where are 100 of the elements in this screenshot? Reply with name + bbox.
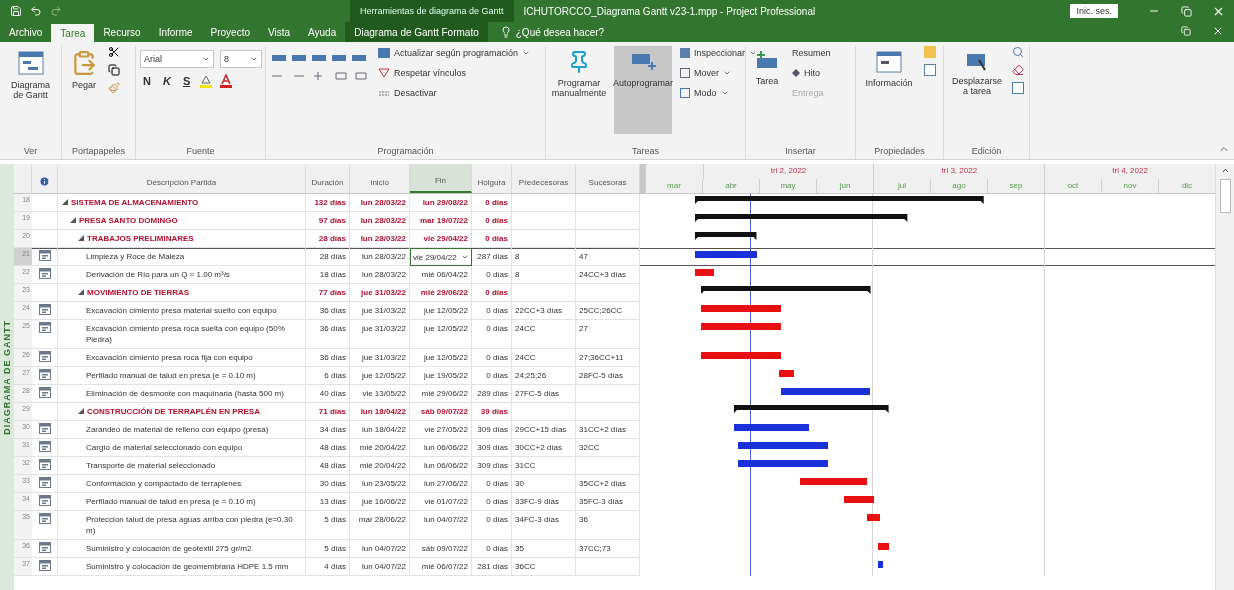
fill-icon[interactable] <box>1012 82 1024 94</box>
font-color-icon[interactable] <box>219 74 234 88</box>
format-painter-icon[interactable] <box>108 82 120 94</box>
search-icon[interactable] <box>1012 46 1024 58</box>
finish-cell: mié 06/04/22 <box>410 266 472 284</box>
save-icon[interactable] <box>10 5 22 17</box>
predecessors-cell: 24CC <box>512 349 576 367</box>
details-icon[interactable] <box>924 64 936 76</box>
successors-cell: 32CC <box>576 439 640 457</box>
scroll-to-task-button[interactable]: Desplazarse a tarea <box>948 46 1006 134</box>
caret-icon <box>723 69 731 77</box>
respect-links-button[interactable]: Respetar vínculos <box>376 66 533 80</box>
highlight-icon[interactable] <box>199 74 214 88</box>
task-indicator-icon <box>38 268 51 279</box>
ribbon-tab[interactable]: Vista <box>259 22 300 42</box>
month-label: jul <box>873 178 930 193</box>
task-indicator-icon <box>38 423 51 434</box>
predecessors-cell: 34FC-3 días <box>512 511 576 540</box>
gantt-view-button[interactable]: Diagrama de Gantt <box>4 46 57 134</box>
ribbon-tab[interactable]: Ayuda <box>299 22 346 42</box>
task-name-cell: Derivación de Río para un Q = 1.00 m³/s <box>58 266 306 284</box>
ribbon-tab[interactable]: Recurso <box>94 22 150 42</box>
predecessors-cell: 24;25;26 <box>512 367 576 385</box>
milestone-button[interactable]: Hito <box>790 66 833 80</box>
italic-button[interactable]: K <box>159 75 174 87</box>
start-cell: lun 28/03/22 <box>350 194 410 212</box>
ribbon-tab[interactable]: Archivo <box>0 22 52 42</box>
underline-button[interactable]: S <box>179 75 194 87</box>
ribbon-tab[interactable]: Tarea <box>51 24 95 42</box>
collapse-triangle-icon[interactable] <box>78 408 84 414</box>
duration-cell: 132 días <box>306 194 350 212</box>
link-icon <box>378 68 390 78</box>
collapse-triangle-icon[interactable] <box>78 235 84 241</box>
task-bar[interactable] <box>877 561 884 568</box>
task-name-cell: Proteccion talud de presa aguas arriba con piedra (e=0.30 m) <box>58 511 306 540</box>
duration-cell: 4 días <box>306 558 350 576</box>
information-button[interactable]: Información <box>860 46 918 134</box>
summary-bar[interactable] <box>700 286 871 294</box>
tell-me-field[interactable]: ¿Qué desea hacer? <box>515 26 605 38</box>
month-label: nov <box>1101 178 1158 193</box>
duration-cell: 5 días <box>306 511 350 540</box>
finish-date-field[interactable]: vie 29/04/22 <box>410 248 472 266</box>
duration-cell: 28 días <box>306 230 350 248</box>
summary-bar[interactable] <box>695 214 908 222</box>
duration-cell: 71 días <box>306 403 350 421</box>
task-indicator-icon <box>38 369 51 380</box>
ribbon-tab[interactable]: Proyecto <box>201 22 259 42</box>
predecessors-cell: 27FC-5 días <box>512 385 576 403</box>
column-header[interactable]: Holgura <box>472 164 512 193</box>
information-icon <box>876 50 902 74</box>
task-name-cell: Zarandeo de material de relleno con equipo (presa) <box>58 421 306 439</box>
successors-cell: 37CC;73 <box>576 540 640 558</box>
month-label: jun <box>816 178 873 193</box>
scroll-up-icon[interactable] <box>1220 166 1230 175</box>
successors-cell <box>576 212 640 230</box>
redo-icon[interactable] <box>50 5 62 17</box>
predecessors-cell: 29CC+15 días <box>512 421 576 439</box>
font-size-field[interactable]: 8 <box>220 50 262 68</box>
successors-cell <box>576 558 640 576</box>
paste-button[interactable]: Pegar <box>66 46 102 134</box>
start-cell: jue 31/03/22 <box>350 349 410 367</box>
slack-cell: 289 días <box>472 385 512 403</box>
manual-schedule-button[interactable]: Programar manualmente <box>550 46 608 134</box>
collapse-triangle-icon[interactable] <box>62 199 68 205</box>
group-label: Programación <box>376 145 435 158</box>
scrollbar-thumb[interactable] <box>1219 179 1231 213</box>
column-header[interactable]: Duración <box>306 164 350 193</box>
task-bar[interactable] <box>780 388 871 395</box>
bold-button[interactable]: N <box>140 75 154 87</box>
restore-icon <box>1181 26 1191 36</box>
column-header[interactable]: Fin <box>410 164 472 193</box>
sign-in-button[interactable]: Inic. ses. <box>1070 4 1118 18</box>
task-bar[interactable] <box>866 514 880 521</box>
summary-bar[interactable] <box>695 196 984 204</box>
copy-icon[interactable] <box>108 64 120 76</box>
eraser-icon[interactable] <box>1012 64 1024 76</box>
summary-button[interactable]: Resumen <box>790 46 833 60</box>
clipboard-icon <box>71 50 97 76</box>
start-cell: jue 31/03/22 <box>350 320 410 349</box>
font-name-field[interactable]: Arial <box>140 50 214 68</box>
task-indicator-icon <box>38 304 51 315</box>
column-header[interactable]: Descripción Partida <box>58 164 306 193</box>
collapse-triangle-icon[interactable] <box>70 217 76 223</box>
summary-bar[interactable] <box>734 405 889 413</box>
summary-bar[interactable] <box>695 232 757 240</box>
collapse-triangle-icon[interactable] <box>78 289 84 295</box>
caret-icon <box>522 49 531 57</box>
auto-schedule-button[interactable]: Autoprogramar <box>614 46 672 134</box>
update-as-scheduled-button[interactable]: Actualizar según programación <box>376 46 533 60</box>
ribbon-tab[interactable]: Diagrama de Gantt Formato <box>345 22 488 42</box>
task-bar[interactable] <box>844 496 875 503</box>
deactivate-button[interactable]: Desactivar <box>376 86 533 100</box>
close-icon <box>1212 25 1224 37</box>
task-bar[interactable] <box>877 543 889 550</box>
task-indicator-icon <box>38 459 51 470</box>
move-icon <box>680 68 690 78</box>
undo-icon[interactable] <box>30 5 42 17</box>
column-header[interactable]: Predecesoras <box>512 164 576 193</box>
ribbon-tab[interactable]: Informe <box>149 22 202 42</box>
cut-icon[interactable] <box>108 46 120 58</box>
